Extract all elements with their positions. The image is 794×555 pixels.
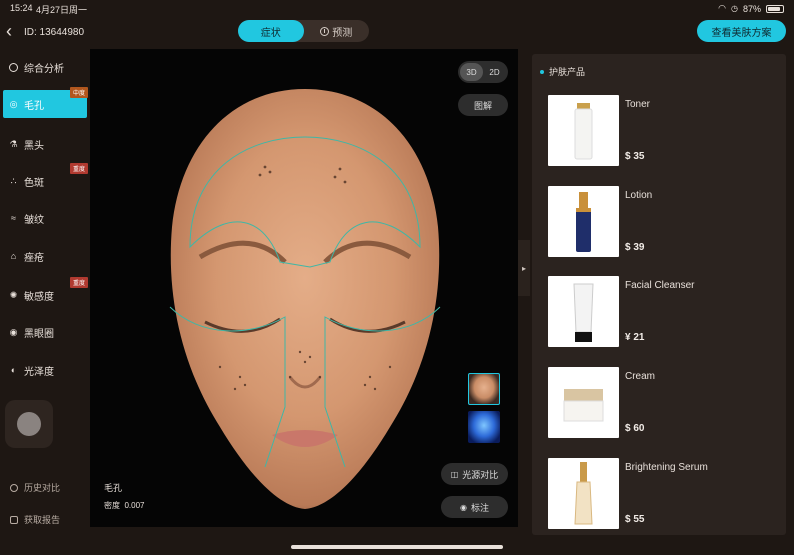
thumbnail-normal-light[interactable] [468,373,500,405]
product-image-cleanser [548,276,619,347]
severity-badge-pores: 中度 [70,87,89,98]
annotate-label: 标注 [470,502,489,513]
tab-symptom-label: 症状 [260,27,281,39]
metric-label: 密度 [104,501,120,510]
target-icon: ◎ [9,98,18,109]
view-beauty-plan-button[interactable]: 查看美肤方案 [697,20,786,42]
product-image-serum [548,458,619,529]
panel-title-text: 护肤产品 [549,67,586,77]
history-compare-link[interactable]: 历史对比 [10,481,60,494]
sidebar-item-label: 光泽度 [24,366,54,378]
severity-badge-sensitivity: 重度 [70,277,89,288]
user-id: ID: 13644980 [24,27,85,38]
capture-button[interactable] [5,400,53,448]
back-icon[interactable]: ‹ [6,22,20,40]
status-bar: 15:24 4月27日周一 ◠ ◷ 87% [0,0,794,16]
sidebar-item-wrinkles[interactable]: ≈ 皱纹 [3,204,87,232]
product-name: Brightening Serum [625,462,708,473]
panel-toggle-handle[interactable]: ▸ [518,240,530,296]
compare-icon: ◫ [450,469,459,479]
flask-icon: ⚗ [9,138,18,149]
sidebar-item-label: 皱纹 [24,214,44,226]
sidebar-item-label: 黑头 [24,140,44,152]
light-compare-button[interactable]: ◫ 光源对比 [441,463,508,485]
sidebar-item-overall[interactable]: 综合分析 [3,53,87,81]
record-icon [17,412,41,436]
home-indicator[interactable] [291,545,503,549]
product-card[interactable]: Lotion $ 39 [548,186,782,260]
eye-icon: ◉ [460,502,467,512]
get-report-link[interactable]: 获取报告 [10,513,60,526]
status-time: 15:24 [10,3,33,13]
sidebar-item-acne[interactable]: ⌂ 痤疮 [3,242,87,270]
sun-icon: ✺ [9,289,18,300]
wave-icon: ≈ [11,212,16,223]
sidebar-item-label: 色斑 [24,177,44,189]
compass-icon [9,62,18,72]
product-name: Cream [625,371,656,382]
gloss-icon: ◐ [10,364,17,375]
sidebar-item-dark-circles[interactable]: ◉ 黑眼圈 [3,318,87,346]
product-panel: 护肤产品 Toner $ 35 Lotion $ 39 Facial Clean… [532,54,786,535]
tab-predict-label: 预测 [332,27,353,39]
battery-icon [766,4,784,13]
status-right: ◠ ◷ 87% [718,3,784,14]
mode-3d-button[interactable]: 3D [460,63,483,81]
metric-title: 毛孔 [104,483,123,493]
panel-title: 护肤产品 [540,65,585,78]
product-price: $ 60 [625,423,645,434]
product-card[interactable]: Facial Cleanser ¥ 21 [548,276,782,350]
face-image [169,89,441,509]
severity-badge-spots: 重度 [70,163,89,174]
status-date: 4月27日周一 [36,5,88,15]
sidebar-item-label: 毛孔 [24,100,44,112]
sidebar-item-blackheads[interactable]: ⚗ 黑头 [3,130,87,158]
product-price: ¥ 21 [625,332,645,343]
product-name: Facial Cleanser [625,280,695,291]
sidebar-item-label: 黑眼圈 [24,328,54,340]
bullet-icon [540,69,544,74]
battery-percent: 87% [742,3,761,14]
metric-row: 密度 0.007 [104,500,144,511]
history-icon [10,483,18,492]
tab-predict[interactable]: 预测 [304,20,370,42]
wifi-icon: ◠ [718,3,726,13]
view-mode-toggle: 3D 2D [458,61,508,83]
product-card[interactable]: Toner $ 35 [548,95,782,169]
light-compare-label: 光源对比 [462,469,499,480]
history-compare-label: 历史对比 [24,483,61,493]
legend-button[interactable]: 图解 [458,94,508,116]
product-price: $ 55 [625,514,645,525]
product-image-lotion [548,186,619,257]
product-image-cream [548,367,619,438]
symptom-predict-tabs: 症状 预测 [238,20,369,42]
thumbnail-uv-light[interactable] [468,411,500,443]
dots-icon: ∴ [10,175,17,186]
clock-icon: ◷ [731,4,738,13]
clock-icon [320,26,330,36]
tab-symptom[interactable]: 症状 [238,20,304,42]
product-price: $ 35 [625,151,645,162]
get-report-label: 获取报告 [24,515,61,525]
sidebar-item-label: 综合分析 [24,63,64,75]
product-name: Toner [625,99,651,110]
face-viewer[interactable]: 3D 2D 图解 ◫ 光源对比 ◉ 标注 毛孔 密度 0.007 [90,49,518,527]
annotate-button[interactable]: ◉ 标注 [441,496,508,518]
house-icon: ⌂ [10,250,17,261]
eye-icon: ◉ [9,326,18,337]
product-name: Lotion [625,190,653,201]
mode-2d-button[interactable]: 2D [483,63,506,81]
product-card[interactable]: Cream $ 60 [548,367,782,441]
report-icon [10,515,18,524]
metric-value: 0.007 [124,501,145,510]
product-card[interactable]: Brightening Serum $ 55 [548,458,782,532]
sidebar-item-label: 敏感度 [24,291,54,303]
product-image-toner [548,95,619,166]
sidebar-item-gloss[interactable]: ◐ 光泽度 [3,356,87,384]
chevron-right-icon: ▸ [521,263,526,273]
product-price: $ 39 [625,242,645,253]
sidebar-item-label: 痤疮 [24,252,44,264]
